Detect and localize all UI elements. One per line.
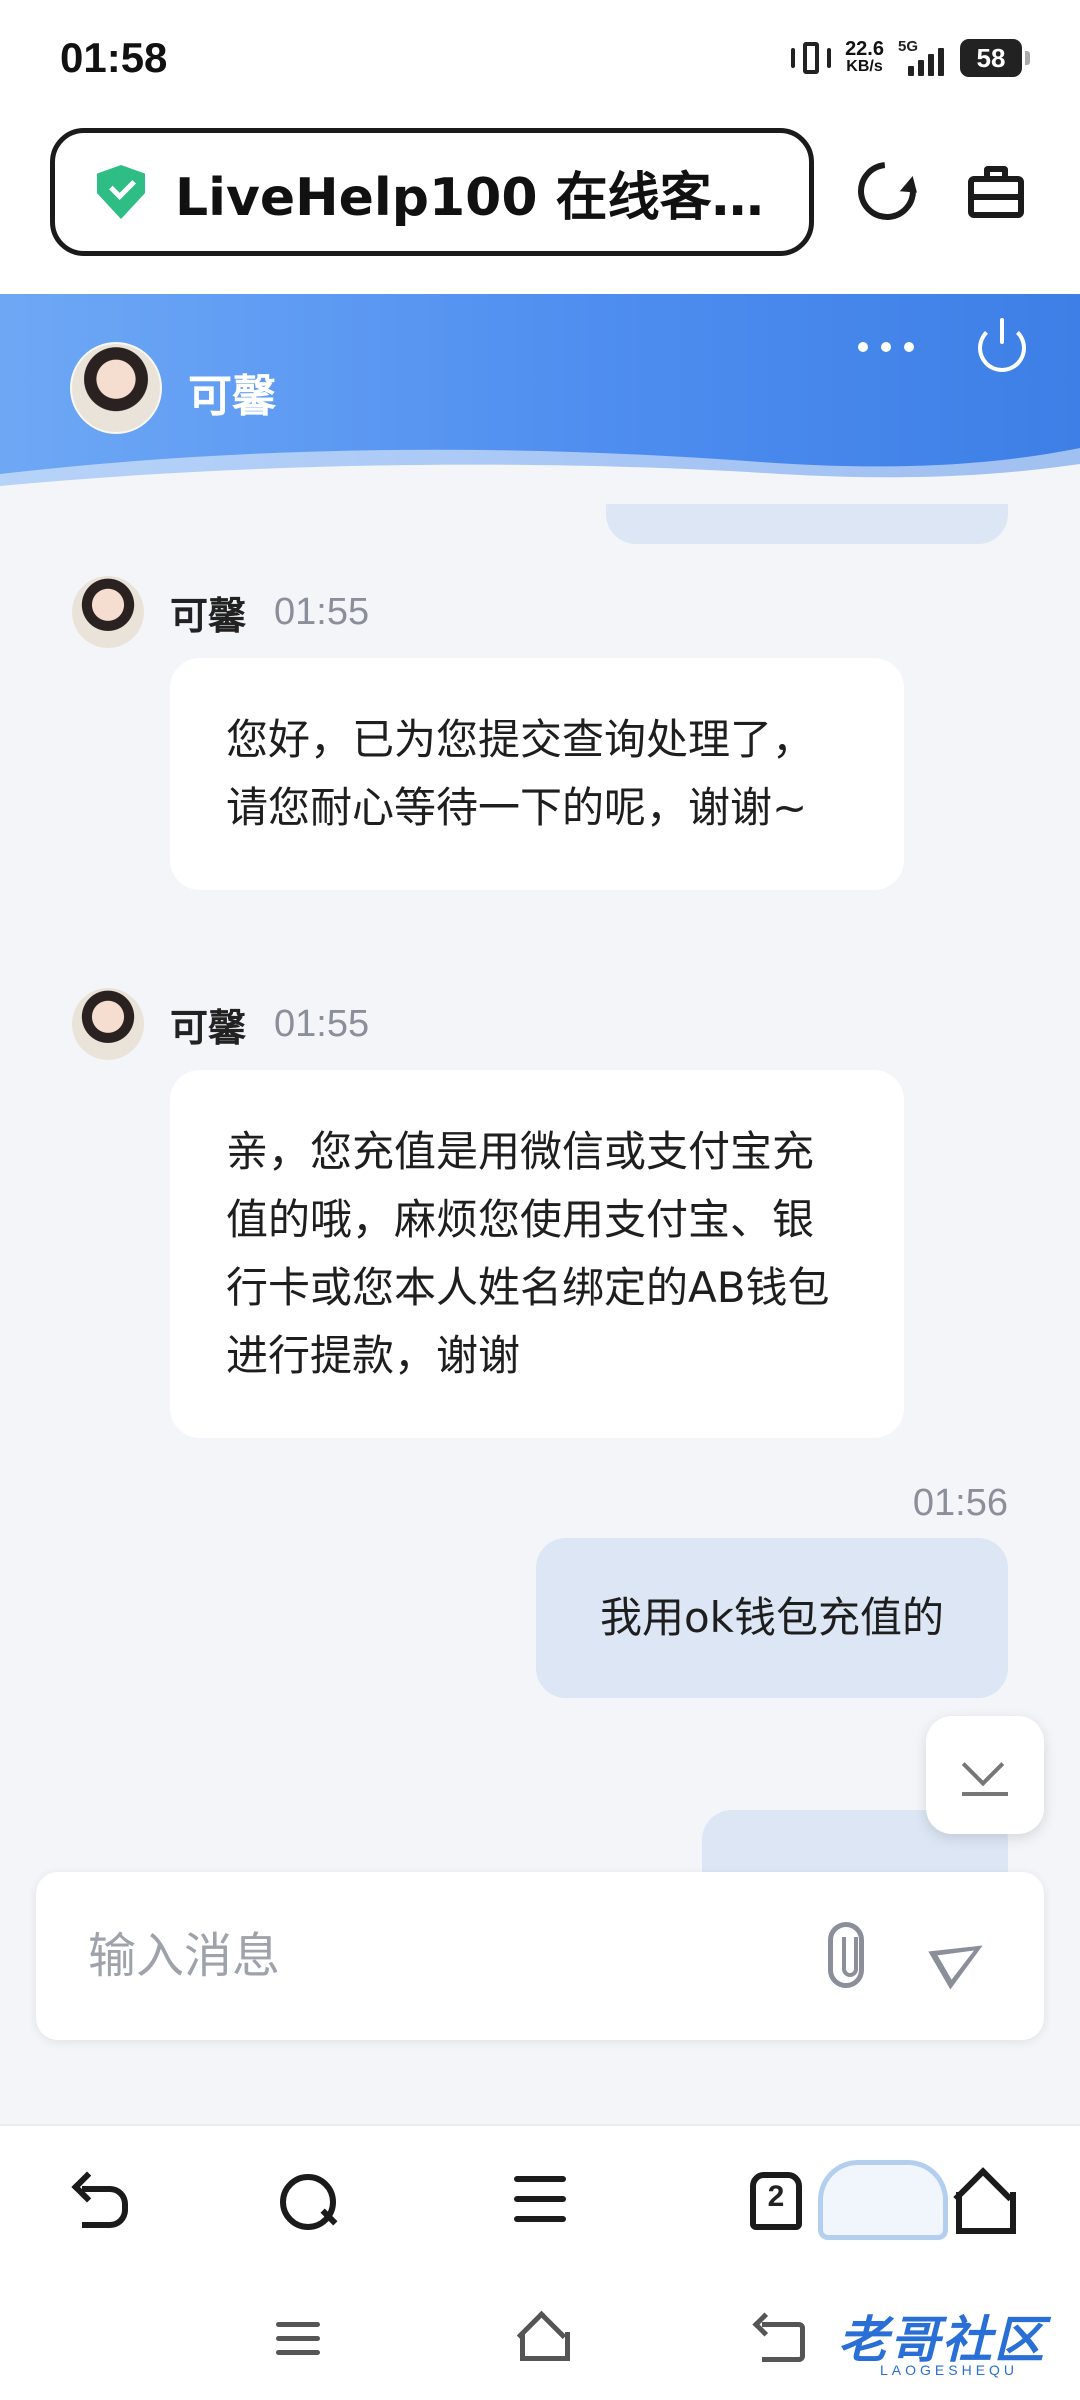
- toolbox-icon[interactable]: [968, 166, 1024, 218]
- message-sender: 可馨: [170, 593, 247, 638]
- status-time: 01:58: [60, 34, 168, 81]
- battery-level: 58: [976, 42, 1006, 73]
- battery-icon: 58: [960, 39, 1030, 77]
- watermark-logo: [818, 2160, 948, 2240]
- system-back-icon[interactable]: [752, 2314, 812, 2362]
- agent-avatar: [70, 342, 162, 434]
- browser-toolbar: LiveHelp100 在线客…: [0, 118, 1080, 294]
- network-type: 5G: [898, 38, 919, 55]
- message-bubble-outgoing: 我用ok钱包充值的: [535, 1538, 1008, 1698]
- network-speed-value: 22.6: [845, 38, 884, 60]
- vibrate-icon: [791, 40, 832, 76]
- attachment-icon[interactable]: [828, 1922, 864, 1988]
- more-icon[interactable]: [858, 342, 914, 354]
- message-time: 01:55: [274, 1002, 370, 1045]
- message-input-bar: [36, 1872, 1044, 2040]
- menu-icon[interactable]: [510, 2170, 570, 2230]
- message-meta: 可馨 01:55: [72, 576, 369, 648]
- header-wave: [0, 448, 1080, 504]
- shield-check-icon: [97, 165, 145, 219]
- message-input[interactable]: [88, 1916, 788, 1996]
- page-title[interactable]: LiveHelp100 在线客…: [175, 155, 775, 230]
- previous-message-bubble: [606, 504, 1008, 544]
- status-icons: 22.6 KB/s 5G 58: [791, 36, 1030, 80]
- agent-avatar: [72, 988, 144, 1060]
- system-home-icon[interactable]: [510, 2314, 570, 2362]
- message-meta: 可馨 01:55: [72, 988, 369, 1060]
- scroll-to-bottom-button[interactable]: [926, 1716, 1044, 1834]
- search-icon[interactable]: [276, 2170, 336, 2230]
- signal-icon: 5G: [898, 38, 946, 78]
- tab-count: 2: [767, 2180, 785, 2213]
- agent-avatar: [72, 576, 144, 648]
- message-sender: 可馨: [170, 1005, 247, 1050]
- message-bubble-incoming: 亲，您充值是用微信或支付宝充值的哦，麻烦您使用支付宝、银行卡或您本人姓名绑定的A…: [170, 1070, 904, 1438]
- send-icon[interactable]: [928, 1926, 994, 1990]
- message-bubble-incoming: 您好，已为您提交查询处理了，请您耐心等待一下的呢，谢谢~: [170, 658, 904, 890]
- agent-name: 可馨: [188, 371, 276, 422]
- message-time: 01:56: [912, 1482, 1008, 1524]
- home-icon[interactable]: [950, 2170, 1016, 2234]
- back-icon[interactable]: [72, 2170, 132, 2230]
- network-speed-unit: KB/s: [846, 58, 883, 75]
- recent-apps-icon[interactable]: [270, 2314, 330, 2362]
- address-bar[interactable]: LiveHelp100 在线客…: [50, 128, 814, 256]
- watermark-subtext: LAOGESHEQU: [880, 2362, 1019, 2378]
- power-icon[interactable]: [978, 318, 1026, 372]
- message-time: 01:55: [274, 590, 370, 633]
- network-speed: 22.6 KB/s: [845, 38, 884, 76]
- chat-header: 可馨: [0, 294, 1080, 504]
- chat-messages[interactable]: 可馨 01:55 您好，已为您提交查询处理了，请您耐心等待一下的呢，谢谢~ 可馨…: [0, 504, 1080, 1876]
- reload-icon[interactable]: [846, 150, 928, 232]
- status-bar: 01:58 22.6 KB/s 5G 58: [0, 0, 1080, 118]
- tabs-icon[interactable]: 2: [746, 2170, 806, 2230]
